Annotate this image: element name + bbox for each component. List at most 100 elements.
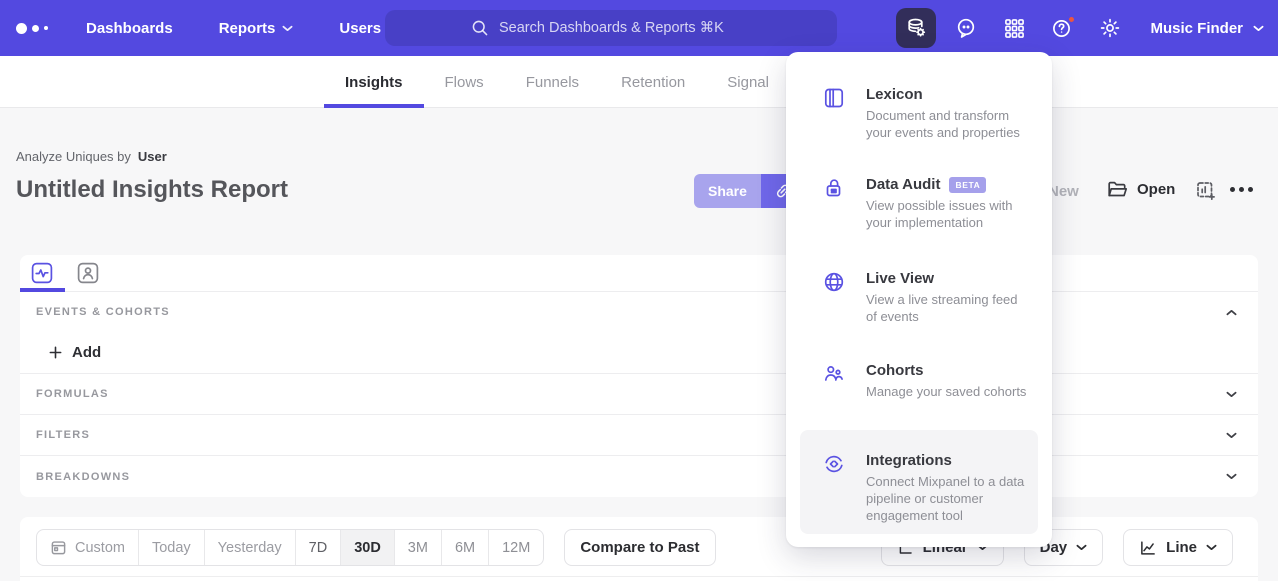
board-plus-icon [1195,180,1217,202]
chart-toolbar-panel: Custom Today Yesterday 7D 30D 3M 6M 12M … [20,517,1258,581]
user-icon [77,262,99,284]
range-label: Custom [75,540,125,556]
range-label: 3M [408,540,428,556]
nav-item-label: Reports [219,20,276,37]
date-range-cluster: Custom Today Yesterday 7D 30D 3M 6M 12M … [36,529,716,566]
analyze-entity-selector[interactable]: User [138,149,167,164]
chevron-down-icon [1226,391,1237,398]
mixpanel-logo-icon[interactable] [16,23,48,34]
line-chart-icon [1139,539,1157,557]
range-today[interactable]: Today [139,530,205,565]
range-3m[interactable]: 3M [395,530,442,565]
share-label: Share [708,183,747,199]
range-7d[interactable]: 7D [296,530,342,565]
menu-item-description: Document and transform your events and p… [866,107,1028,141]
more-options-button[interactable] [1230,187,1253,192]
active-tab-underline [20,288,65,292]
menu-item-text: Lexicon Document and transform your even… [866,86,1028,141]
open-report-button[interactable]: Open [1106,178,1175,200]
menu-item-text: Integrations Connect Mixpanel to a data … [866,452,1028,522]
settings-button[interactable] [1092,10,1128,46]
menu-item-description: View a live streaming feed of events [866,291,1028,325]
add-event-button[interactable]: Add [20,332,1258,373]
lock-icon [822,176,846,231]
tab-user-profiles[interactable] [77,262,99,284]
section-filters[interactable]: FILTERS [20,414,1258,455]
tab-retention[interactable]: Retention [600,56,706,108]
range-label: Today [152,540,191,556]
menu-item-text: Data Audit BETA View possible issues wit… [866,176,1028,231]
menu-item-live-view[interactable]: Live View View a live streaming feed of … [800,258,1038,337]
globe-icon [822,270,846,325]
nav-item-reports[interactable]: Reports [219,20,294,37]
data-management-button[interactable] [896,8,936,48]
top-nav: Dashboards Reports Users [0,0,1278,56]
chart-type-dropdown[interactable]: Line [1123,529,1233,566]
range-label: 7D [309,540,328,556]
chevron-down-icon [1076,544,1087,551]
share-button[interactable]: Share [694,174,761,208]
section-label: BREAKDOWNS [36,471,130,483]
menu-item-title: Lexicon [866,86,923,103]
range-custom[interactable]: Custom [37,530,139,565]
nav-item-dashboards[interactable]: Dashboards [86,20,173,37]
range-yesterday[interactable]: Yesterday [205,530,296,565]
range-label: 30D [354,540,381,556]
folder-icon [1106,178,1128,200]
range-30d[interactable]: 30D [341,530,395,565]
menu-item-text: Cohorts Manage your saved cohorts [866,362,1026,400]
calendar-icon [50,539,67,556]
messages-button[interactable] [948,10,984,46]
chart-type-label: Line [1166,539,1197,556]
global-search[interactable] [385,10,837,46]
tab-funnels[interactable]: Funnels [505,56,600,108]
tab-insights[interactable]: Insights [324,56,424,108]
tab-signal[interactable]: Signal [706,56,790,108]
nav-item-label: Dashboards [86,20,173,37]
section-label: FORMULAS [36,388,109,400]
tab-flows[interactable]: Flows [424,56,505,108]
compare-to-past-button[interactable]: Compare to Past [564,529,715,566]
builder-icon-tabs [20,255,1258,292]
notification-dot [1067,15,1076,24]
pulse-chart-icon [31,262,53,284]
nav-item-label: Users [339,20,381,37]
project-name: Music Finder [1150,20,1243,37]
help-button[interactable] [1044,10,1080,46]
chevron-down-icon [1226,432,1237,439]
menu-item-text: Live View View a live streaming feed of … [866,270,1028,325]
section-events-cohorts[interactable]: EVENTS & COHORTS [20,292,1258,332]
chevron-down-icon [1206,544,1217,551]
add-to-board-button[interactable] [1195,180,1217,202]
menu-item-integrations[interactable]: Integrations Connect Mixpanel to a data … [800,430,1038,534]
menu-item-cohorts[interactable]: Cohorts Manage your saved cohorts [800,350,1038,412]
chevron-down-icon [1226,473,1237,480]
tab-events-metrics[interactable] [31,262,53,284]
range-6m[interactable]: 6M [442,530,489,565]
section-formulas[interactable]: FORMULAS [20,373,1258,414]
compare-label: Compare to Past [580,539,699,556]
nav-item-users[interactable]: Users [339,20,381,37]
new-report-button[interactable]: New [1048,183,1079,200]
beta-badge: BETA [949,177,986,193]
lexicon-book-icon [822,86,846,141]
data-management-dropdown: Lexicon Document and transform your even… [786,52,1052,547]
menu-item-description: Manage your saved cohorts [866,383,1026,400]
range-12m[interactable]: 12M [489,530,543,565]
section-label: FILTERS [36,429,90,441]
chat-bubble-icon [955,17,977,39]
menu-item-data-audit[interactable]: Data Audit BETA View possible issues wit… [800,164,1038,243]
report-title[interactable]: Untitled Insights Report [16,176,288,204]
database-gear-icon [905,17,927,39]
section-breakdowns[interactable]: BREAKDOWNS [20,455,1258,497]
open-label: Open [1137,181,1175,198]
range-label: Yesterday [218,540,282,556]
analyze-line: Analyze Uniques by User [16,149,167,164]
menu-item-lexicon[interactable]: Lexicon Document and transform your even… [800,74,1038,153]
project-switcher[interactable]: Music Finder [1150,20,1264,37]
analyze-prefix: Analyze Uniques by [16,149,131,164]
apps-grid-button[interactable] [996,10,1032,46]
grid-icon [1004,18,1025,39]
menu-item-title: Integrations [866,452,952,469]
search-input[interactable] [499,20,751,36]
